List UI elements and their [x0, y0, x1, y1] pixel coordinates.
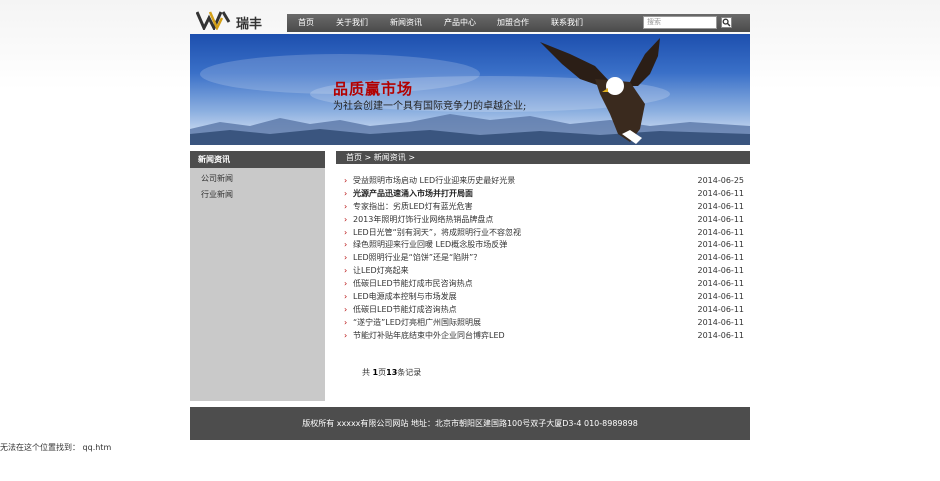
sidebar: 新闻资讯 公司新闻 行业新闻 [190, 151, 325, 401]
news-date: 2014-06-11 [697, 227, 745, 237]
news-row[interactable]: › LED电源成本控制与市场发展 2014-06-11 [344, 291, 744, 304]
news-title-link[interactable]: LED日光管“别有洞天”，将成照明行业不容忽视 [353, 227, 521, 240]
banner-title: 品质赢市场 [333, 80, 414, 98]
bullet-arrow-icon: › [344, 253, 348, 263]
pagination-info: 共 1页13条记录 [362, 367, 421, 378]
pager-count: 13 [386, 368, 398, 377]
bullet-arrow-icon: › [344, 214, 348, 224]
news-title-link[interactable]: LED照明行业是“馅饼”还是“陷阱”？ [353, 252, 481, 265]
nav-products[interactable]: 产品中心 [444, 14, 476, 32]
news-date: 2014-06-11 [697, 330, 745, 340]
search-input[interactable]: 搜索 [643, 16, 717, 29]
news-list: › 受益照明市场启动 LED行业迎来历史最好光景 2014-06-25 › 光源产品迅速… [344, 175, 744, 343]
news-row[interactable]: › 让LED灯亮起来 2014-06-11 [344, 265, 744, 278]
pager-middle: 页 [378, 368, 387, 377]
error-message: 无法在这个位置找到： qq.htm [0, 443, 112, 452]
news-title-link[interactable]: 让LED灯亮起来 [353, 265, 409, 278]
news-date: 2014-06-11 [697, 279, 745, 289]
logo-mark-icon [196, 11, 231, 30]
news-date: 2014-06-11 [697, 266, 745, 276]
sidebar-item-industry-news[interactable]: 行业新闻 [190, 187, 325, 203]
news-title-link[interactable]: 受益照明市场启动 LED行业迎来历史最好光景 [353, 175, 515, 188]
news-title-link[interactable]: 2013年照明灯饰行业网络热销品牌盘点 [353, 214, 493, 227]
banner-subtitle: 为社会创建一个具有国际竞争力的卓越企业; [333, 101, 527, 112]
bullet-arrow-icon: › [344, 317, 348, 327]
main-content: 首页 > 新闻资讯 > › 受益照明市场启动 LED行业迎来历史最好光景 2014-… [336, 151, 750, 401]
news-row[interactable]: › LED日光管“别有洞天”，将成照明行业不容忽视 2014-06-11 [344, 227, 744, 240]
nav-news[interactable]: 新闻资讯 [390, 14, 422, 32]
sidebar-heading: 新闻资讯 [190, 151, 325, 168]
nav-join[interactable]: 加盟合作 [497, 14, 529, 32]
news-date: 2014-06-25 [697, 176, 745, 185]
nav-home[interactable]: 首页 [298, 14, 314, 32]
news-title-link[interactable]: 光源产品迅速涌入市场并打开局面 [353, 188, 473, 201]
nav-about[interactable]: 关于我们 [336, 14, 368, 32]
bullet-arrow-icon: › [344, 240, 348, 250]
banner-scenery-icon [190, 38, 750, 145]
bullet-arrow-icon: › [344, 227, 348, 237]
news-row[interactable]: › 2013年照明灯饰行业网络热销品牌盘点 2014-06-11 [344, 214, 744, 227]
logo-text: 瑞丰 [236, 17, 263, 32]
bullet-arrow-icon: › [344, 201, 348, 211]
news-row[interactable]: › “遂宁造”LED灯亮相广州国际照明展 2014-06-11 [344, 317, 744, 330]
news-date: 2014-06-11 [697, 292, 745, 302]
news-row[interactable]: › 低碳日LED节能灯成市民咨询热点 2014-06-11 [344, 278, 744, 291]
news-title-link[interactable]: LED电源成本控制与市场发展 [353, 291, 457, 304]
main-nav: 首页 关于我们 新闻资讯 产品中心 加盟合作 联系我们 搜索 [287, 14, 750, 32]
pager-prefix: 共 [362, 368, 370, 377]
sidebar-item-company-news[interactable]: 公司新闻 [190, 171, 325, 187]
bullet-arrow-icon: › [344, 176, 348, 185]
news-date: 2014-06-11 [697, 214, 745, 224]
bullet-arrow-icon: › [344, 292, 348, 302]
news-date: 2014-06-11 [697, 317, 745, 327]
news-row[interactable]: › 光源产品迅速涌入市场并打开局面 2014-06-11 [344, 188, 744, 201]
news-title-link[interactable]: 低碳日LED节能灯成咨询热点 [353, 304, 457, 317]
news-row[interactable]: › 绿色照明迎来行业回暖 LED概念股市场反弹 2014-06-11 [344, 239, 744, 252]
news-title-link[interactable]: 节能灯补贴年底结束中外企业同台博弈LED [353, 330, 505, 343]
news-row[interactable]: › LED照明行业是“馅饼”还是“陷阱”？ 2014-06-11 [344, 252, 744, 265]
pager-suffix: 条记录 [397, 368, 422, 377]
logo[interactable]: 瑞丰 [196, 9, 266, 32]
news-title-link[interactable]: 专家指出：劣质LED灯有蓝光危害 [353, 201, 473, 214]
footer: 版权所有 xxxxx有限公司网站 地址：北京市朝阳区建国路100号双子大厦D3-… [190, 407, 750, 440]
news-row[interactable]: › 低碳日LED节能灯成咨询热点 2014-06-11 [344, 304, 744, 317]
news-date: 2014-06-11 [697, 240, 745, 250]
news-title-link[interactable]: “遂宁造”LED灯亮相广州国际照明展 [353, 317, 481, 330]
bullet-arrow-icon: › [344, 304, 348, 314]
search-button[interactable] [721, 17, 732, 28]
news-title-link[interactable]: 绿色照明迎来行业回暖 LED概念股市场反弹 [353, 239, 507, 252]
bullet-arrow-icon: › [344, 188, 348, 198]
page-wrapper: 瑞丰 首页 关于我们 新闻资讯 产品中心 加盟合作 联系我们 搜索 品质赢市场 … [190, 0, 750, 440]
news-row[interactable]: › 专家指出：劣质LED灯有蓝光危害 2014-06-11 [344, 201, 744, 214]
header: 瑞丰 首页 关于我们 新闻资讯 产品中心 加盟合作 联系我们 搜索 [190, 0, 750, 34]
nav-contact[interactable]: 联系我们 [551, 14, 583, 32]
news-date: 2014-06-11 [697, 253, 745, 263]
news-date: 2014-06-11 [697, 188, 745, 198]
news-date: 2014-06-11 [697, 304, 745, 314]
bullet-arrow-icon: › [344, 266, 348, 276]
hero-banner: 品质赢市场 为社会创建一个具有国际竞争力的卓越企业; [190, 34, 750, 145]
bullet-arrow-icon: › [344, 330, 348, 340]
breadcrumb: 首页 > 新闻资讯 > [336, 151, 750, 164]
news-row[interactable]: › 节能灯补贴年底结束中外企业同台博弈LED 2014-06-11 [344, 330, 744, 343]
bullet-arrow-icon: › [344, 279, 348, 289]
search-icon [722, 18, 731, 27]
news-title-link[interactable]: 低碳日LED节能灯成市民咨询热点 [353, 278, 473, 291]
news-row[interactable]: › 受益照明市场启动 LED行业迎来历史最好光景 2014-06-25 [344, 175, 744, 188]
news-date: 2014-06-11 [697, 201, 745, 211]
